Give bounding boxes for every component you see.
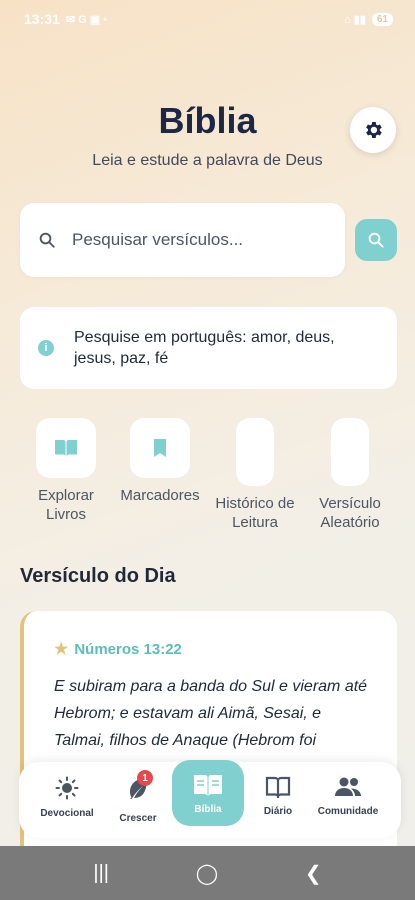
journal-icon bbox=[265, 776, 291, 798]
nav-label: Diário bbox=[263, 806, 293, 817]
verse-text: E subiram para a banda do Sul e vieram a… bbox=[54, 678, 368, 749]
gear-icon bbox=[366, 122, 382, 138]
status-time: 13:31 bbox=[24, 11, 60, 27]
verse-reference: ★ Números 13:22 bbox=[54, 639, 369, 659]
search-icon bbox=[39, 232, 55, 248]
quick-action-label: Marcadores bbox=[120, 487, 200, 504]
system-navigation-bar: ||| ◯ ❮ bbox=[0, 846, 415, 900]
search-hint-text: Pesquise em português: amor, deus, jesus… bbox=[74, 329, 335, 367]
nav-label: Comunidade bbox=[317, 806, 379, 817]
back-icon[interactable]: ❮ bbox=[305, 861, 322, 886]
quick-action-label: Explorar Livros bbox=[38, 487, 94, 523]
search-box bbox=[20, 203, 345, 277]
quick-action-label: Versículo Aleatório bbox=[319, 495, 381, 531]
sun-icon bbox=[55, 776, 79, 800]
nav-diario[interactable]: Diário bbox=[240, 776, 316, 817]
battery-indicator: 61 bbox=[371, 12, 393, 26]
history-icon bbox=[236, 418, 274, 486]
quick-action-explore-books[interactable]: Explorar Livros bbox=[36, 418, 96, 524]
shuffle-icon bbox=[331, 418, 369, 486]
verse-of-day-heading: Versículo do Dia bbox=[20, 565, 176, 587]
home-icon[interactable]: ◯ bbox=[196, 861, 218, 886]
nav-label: Devocional bbox=[40, 808, 94, 819]
book-open-icon bbox=[55, 440, 77, 456]
quick-action-random-verse[interactable]: Versículo Aleatório bbox=[319, 418, 381, 532]
quick-action-label: Histórico de Leitura bbox=[215, 495, 295, 531]
people-icon bbox=[335, 777, 361, 796]
settings-button[interactable] bbox=[350, 107, 396, 153]
info-icon: i bbox=[38, 340, 54, 356]
search-icon bbox=[368, 232, 384, 248]
notification-badge: 1 bbox=[137, 770, 153, 786]
bottom-navigation: Devocional 1 Crescer Bíblia Diário Comun… bbox=[19, 760, 401, 838]
nav-crescer[interactable]: 1 Crescer bbox=[100, 770, 176, 824]
nav-label: Bíblia bbox=[194, 803, 222, 815]
search-button[interactable] bbox=[355, 219, 397, 261]
bookmark-icon bbox=[154, 439, 166, 457]
search-hint-card: i Pesquise em português: amor, deus, jes… bbox=[20, 307, 397, 389]
quick-action-bookmarks[interactable]: Marcadores bbox=[120, 418, 200, 505]
book-icon bbox=[194, 774, 222, 796]
network-icon: ⌂ ▮▮ bbox=[344, 13, 366, 26]
nav-devocional[interactable]: Devocional bbox=[29, 776, 105, 819]
verse-reference-text: Números 13:22 bbox=[74, 640, 182, 658]
nav-label: Crescer bbox=[119, 813, 157, 824]
search-input[interactable] bbox=[72, 230, 312, 250]
star-icon: ★ bbox=[54, 641, 69, 658]
status-bar: 13:31 ✉ G ▣ • ⌂ ▮▮ 61 bbox=[0, 0, 415, 38]
quick-action-reading-history[interactable]: Histórico de Leitura bbox=[215, 418, 295, 532]
nav-comunidade[interactable]: Comunidade bbox=[310, 776, 386, 817]
recent-apps-icon[interactable]: ||| bbox=[93, 862, 109, 885]
status-indicators: ✉ G ▣ • bbox=[65, 13, 107, 26]
nav-biblia[interactable]: Bíblia bbox=[172, 760, 244, 826]
page-subtitle: Leia e estude a palavra de Deus bbox=[92, 152, 323, 169]
